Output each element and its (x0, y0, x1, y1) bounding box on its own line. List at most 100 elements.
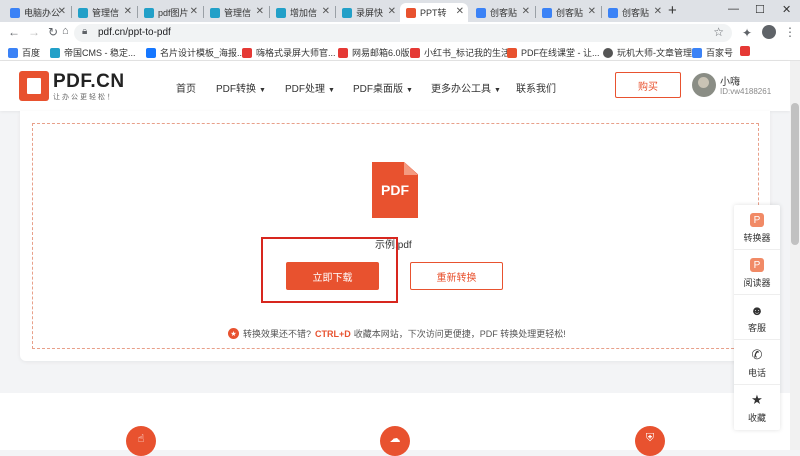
browser-tab[interactable]: 增加信 ✕ (270, 3, 334, 22)
side-item-label: 阅读器 (743, 278, 771, 288)
bookmark-label: 百度 (22, 48, 41, 58)
tab-favicon-icon (342, 7, 352, 18)
reader-icon: P (750, 258, 764, 272)
nav-home[interactable]: 首页 (176, 80, 196, 95)
bookmark-item[interactable]: 名片设计模板_海报... (146, 46, 245, 59)
browser-tab[interactable]: 录屏快 ✕ (336, 3, 400, 22)
nav-label: 更多办公工具 (431, 84, 491, 95)
browser-tab[interactable]: 管理信 ✕ (72, 3, 136, 22)
pdfcn-logo-icon[interactable] (19, 71, 49, 101)
star-icon: ★ (751, 392, 763, 407)
url-text: pdf.cn/ppt-to-pdf (98, 27, 171, 38)
bookmark-favicon-icon (410, 47, 420, 58)
side-item-phone[interactable]: ✆ 电话 (734, 340, 780, 385)
tab-favicon-icon (10, 7, 20, 18)
side-item-label: 转换器 (743, 233, 771, 243)
bookmark-item[interactable]: 网易邮箱6.0版 (338, 46, 410, 59)
nav-more-tools[interactable]: 更多办公工具 ▼ (431, 80, 501, 95)
close-icon[interactable]: ✕ (58, 6, 66, 17)
browser-tab[interactable]: 电脑办公 ✕ (4, 3, 70, 22)
nav-pdf-process[interactable]: PDF处理 ▼ (285, 80, 335, 95)
tip-hotkey: CTRL+D (315, 328, 351, 339)
hand-pointer-icon: ☝ (126, 426, 156, 456)
tab-favicon-icon (608, 7, 618, 18)
nav-pdf-desktop[interactable]: PDF桌面版 ▼ (353, 80, 413, 95)
browser-tab[interactable]: 管理信 ✕ (204, 3, 268, 22)
logo-slogan: 让办公更轻松！ (53, 94, 116, 101)
bookmark-label: 玩机大师-文章管理 (617, 48, 692, 58)
close-icon[interactable]: ✕ (522, 6, 530, 17)
tab-title: 创客贴 (622, 8, 650, 18)
minimize-icon[interactable]: — (728, 3, 739, 15)
logo-text[interactable]: PDF.CN (53, 71, 125, 93)
bookmark-favicon-icon (146, 47, 156, 58)
profile-icon[interactable] (762, 25, 776, 39)
bookmark-item[interactable] (740, 46, 754, 56)
bookmark-item[interactable]: 嗨格式录屏大师官... (242, 46, 336, 59)
user-name[interactable]: 小嗨 (720, 73, 740, 88)
side-item-reader[interactable]: P 阅读器 (734, 250, 780, 295)
shield-icon: ⛨ (635, 426, 665, 456)
user-id: ID:vw4188261 (720, 87, 772, 96)
side-item-service[interactable]: ☻ 客服 (734, 295, 780, 340)
nav-label: PDF转换 (216, 84, 256, 95)
phone-icon: ✆ (751, 347, 763, 362)
close-icon[interactable]: ✕ (388, 6, 396, 17)
bookmark-item[interactable]: 百度 (8, 46, 40, 59)
bookmark-item[interactable]: 百家号 (692, 46, 733, 59)
bookmark-item[interactable]: 帝国CMS - 稳定... (50, 46, 136, 59)
back-arrow-icon[interactable]: ← (8, 25, 20, 39)
close-icon[interactable]: ✕ (654, 6, 662, 17)
lock-icon: 🔒︎ (82, 26, 88, 37)
bookmark-item[interactable]: 小红书_标记我的生活 (410, 46, 510, 59)
tab-title: 管理信 (224, 8, 252, 18)
nav-label: 联系我们 (516, 84, 556, 95)
page-scrollbar[interactable] (790, 61, 800, 450)
address-bar[interactable]: 🔒︎ pdf.cn/ppt-to-pdf ☆ (74, 24, 732, 42)
bookmark-favicon-icon (692, 47, 702, 58)
nav-pdf-convert[interactable]: PDF转换 ▼ (216, 80, 266, 95)
window-close-icon[interactable]: ✕ (782, 3, 791, 16)
close-icon[interactable]: ✕ (190, 6, 198, 17)
buy-button[interactable]: 购买 (615, 72, 681, 98)
user-avatar[interactable] (692, 73, 716, 97)
extensions-icon[interactable]: ✦ (742, 26, 752, 40)
browser-menu-icon[interactable]: ⋮ (784, 25, 796, 39)
pdf-file-icon-label: PDF (381, 182, 409, 198)
new-tab-icon[interactable]: + (668, 2, 677, 19)
tab-title: 增加信 (290, 8, 318, 18)
bookmark-star-icon[interactable]: ☆ (713, 25, 724, 39)
browser-tab[interactable]: 创客贴 ✕ (470, 3, 534, 22)
caret-down-icon: ▼ (494, 87, 501, 94)
browser-tab[interactable]: pdf图片 ✕ (138, 3, 202, 22)
tab-title: 创客贴 (490, 8, 518, 18)
scrollbar-thumb[interactable] (791, 103, 799, 245)
close-icon[interactable]: ✕ (456, 6, 464, 17)
bookmark-item[interactable]: PDF在线课堂 - 让... (507, 46, 600, 59)
side-item-converter[interactable]: P 转换器 (734, 205, 780, 250)
bookmark-item[interactable]: 玩机大师-文章管理 (603, 46, 692, 59)
browser-tab[interactable]: 创客贴 ✕ (602, 3, 666, 22)
browser-tab-active[interactable]: PPT转 ✕ (400, 3, 468, 22)
features-section: ☝ ☁ ⛨ (0, 393, 790, 456)
reload-icon[interactable]: ↻ (48, 25, 58, 39)
home-icon[interactable]: ⌂ (62, 25, 69, 37)
bookmark-tip: ★ 转换效果还不错? CTRL+D 收藏本网站，下次访问更便捷，PDF 转换处理… (228, 327, 566, 340)
service-icon: ☻ (750, 302, 764, 318)
side-item-favorite[interactable]: ★ 收藏 (734, 385, 780, 430)
bookmark-favicon-icon (338, 47, 348, 58)
close-icon[interactable]: ✕ (256, 6, 264, 17)
close-icon[interactable]: ✕ (588, 6, 596, 17)
reconvert-button[interactable]: 重新转换 (410, 262, 503, 290)
maximize-icon[interactable]: ☐ (755, 3, 765, 16)
browser-tab[interactable]: 创客贴 ✕ (536, 3, 600, 22)
close-icon[interactable]: ✕ (322, 6, 330, 17)
nav-label: PDF处理 (285, 84, 325, 95)
tab-favicon-icon (210, 7, 220, 18)
bookmark-favicon-icon (740, 46, 750, 56)
bookmark-favicon-icon (603, 47, 613, 58)
bookmark-label: 名片设计模板_海报... (160, 48, 245, 58)
forward-arrow-icon[interactable]: → (28, 25, 40, 39)
nav-contact[interactable]: 联系我们 (516, 80, 556, 95)
close-icon[interactable]: ✕ (124, 6, 132, 17)
